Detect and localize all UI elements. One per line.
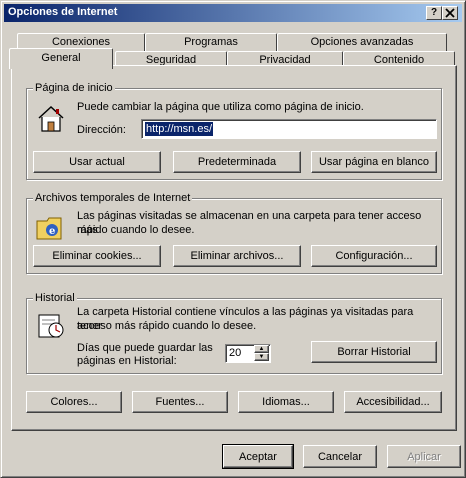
close-icon bbox=[445, 8, 455, 18]
clear-history-button[interactable]: Borrar Historial bbox=[311, 341, 437, 363]
tab-general[interactable]: General bbox=[9, 48, 113, 69]
days-spinner[interactable]: 20 ▲ ▼ bbox=[225, 344, 271, 363]
home-page-legend: Página de inicio bbox=[33, 82, 115, 94]
history-legend: Historial bbox=[33, 292, 77, 304]
general-tab-panel: Página de inicio Puede cambiar la página… bbox=[11, 65, 457, 431]
address-input[interactable]: http://msn.es/ bbox=[141, 119, 437, 139]
colors-button[interactable]: Colores... bbox=[26, 391, 122, 413]
accessibility-button[interactable]: Accesibilidad... bbox=[344, 391, 442, 413]
days-label-line1: Días que puede guardar las bbox=[77, 342, 213, 354]
help-button[interactable]: ? bbox=[426, 6, 442, 20]
tab-opciones-avanzadas[interactable]: Opciones avanzadas bbox=[277, 33, 447, 51]
internet-options-window: Opciones de Internet ? Conexiones Progra… bbox=[0, 0, 466, 478]
address-label: Dirección: bbox=[77, 124, 126, 136]
temp-description-line2: rápido cuando lo desee. bbox=[77, 224, 195, 236]
home-description: Puede cambiar la página que utiliza como… bbox=[77, 101, 364, 113]
temp-files-group: Archivos temporales de Internet e Las pá… bbox=[26, 192, 442, 274]
spin-down-button[interactable]: ▼ bbox=[254, 353, 269, 361]
home-page-group: Página de inicio Puede cambiar la página… bbox=[26, 82, 442, 180]
apply-button[interactable]: Aplicar bbox=[387, 445, 461, 468]
languages-button[interactable]: Idiomas... bbox=[238, 391, 334, 413]
history-icon bbox=[38, 314, 64, 338]
delete-cookies-button[interactable]: Eliminar cookies... bbox=[33, 245, 161, 267]
settings-button[interactable]: Configuración... bbox=[311, 245, 437, 267]
cancel-button[interactable]: Cancelar bbox=[303, 445, 377, 468]
history-group: Historial La carpeta Historial contiene … bbox=[26, 292, 442, 374]
delete-files-button[interactable]: Eliminar archivos... bbox=[173, 245, 301, 267]
window-title: Opciones de Internet bbox=[8, 6, 118, 18]
address-value: http://msn.es/ bbox=[145, 122, 214, 136]
title-bar[interactable]: Opciones de Internet ? bbox=[4, 4, 462, 22]
tab-programas[interactable]: Programas bbox=[145, 33, 277, 51]
use-blank-button[interactable]: Usar página en blanco bbox=[311, 151, 437, 173]
svg-text:e: e bbox=[49, 226, 55, 237]
ie-folder-icon: e bbox=[36, 217, 62, 240]
days-value: 20 bbox=[229, 347, 242, 359]
ok-button[interactable]: Aceptar bbox=[222, 444, 294, 469]
days-label-line2: páginas en Historial: bbox=[77, 355, 177, 367]
house-icon bbox=[38, 105, 64, 132]
history-description-line2: acceso más rápido cuando lo desee. bbox=[77, 320, 257, 332]
use-current-button[interactable]: Usar actual bbox=[33, 151, 161, 173]
temp-files-legend: Archivos temporales de Internet bbox=[33, 192, 193, 204]
spin-up-button[interactable]: ▲ bbox=[254, 345, 269, 353]
close-button[interactable] bbox=[442, 6, 458, 20]
use-default-button[interactable]: Predeterminada bbox=[173, 151, 301, 173]
fonts-button[interactable]: Fuentes... bbox=[132, 391, 228, 413]
